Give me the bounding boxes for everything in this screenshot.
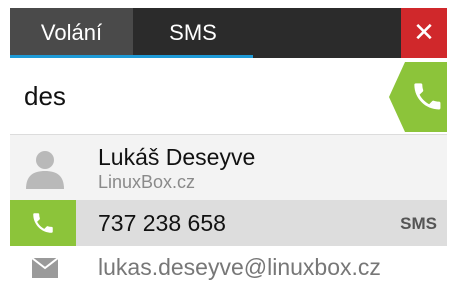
dialer-window: Volání SMS ✕ Lukáš Deseyve LinuxBox.cz 7… [10,8,447,286]
contact-header[interactable]: Lukáš Deseyve LinuxBox.cz [10,134,447,200]
search-input[interactable] [24,74,384,118]
tab-bar: Volání SMS ✕ [10,8,447,58]
contact-name: Lukáš Deseyve [98,144,256,170]
call-button[interactable] [389,62,447,132]
envelope-icon [32,258,58,278]
tab-sms[interactable]: SMS [133,8,253,58]
email-row[interactable]: lukas.deseyve@linuxbox.cz [10,246,447,286]
phone-row[interactable]: 737 238 658 SMS [10,200,447,246]
contact-org: LinuxBox.cz [98,172,196,192]
sms-button[interactable]: SMS [400,214,437,234]
tab-calls[interactable]: Volání [10,8,133,58]
phone-number: 737 238 658 [98,210,226,236]
phone-icon [33,213,53,233]
email-address: lukas.deseyve@linuxbox.cz [98,254,381,280]
search-row [10,58,447,134]
close-button[interactable]: ✕ [401,8,447,58]
close-icon: ✕ [413,17,435,47]
person-icon [26,151,64,189]
call-number-button[interactable] [10,200,76,246]
